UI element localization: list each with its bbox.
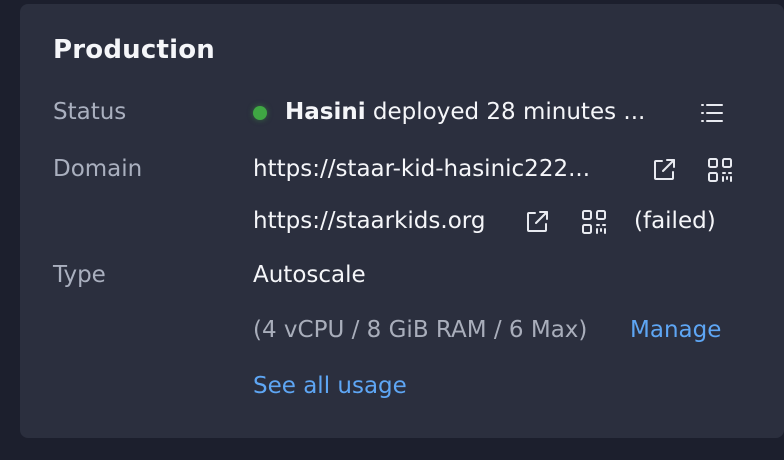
external-link-icon[interactable] — [650, 156, 678, 184]
custom-domain-link[interactable]: https://staarkids.org — [253, 208, 485, 234]
resource-specs: (4 vCPU / 8 GiB RAM / 6 Max) — [253, 317, 588, 343]
manage-link[interactable]: Manage — [630, 317, 721, 343]
external-link-icon[interactable] — [523, 208, 551, 236]
qr-code-icon[interactable] — [706, 156, 734, 184]
status-message: deployed 28 minutes ... — [372, 99, 646, 125]
status-user: Hasini — [285, 99, 366, 125]
status-indicator — [253, 106, 267, 120]
production-card: Production Status Hasini deployed 28 min… — [20, 4, 784, 438]
domain-label: Domain — [53, 156, 143, 182]
section-title: Production — [53, 35, 215, 65]
list-icon[interactable] — [698, 99, 726, 127]
type-value: Autoscale — [253, 262, 366, 288]
qr-code-icon[interactable] — [580, 208, 608, 236]
status-label: Status — [53, 99, 127, 125]
custom-domain-status: (failed) — [634, 208, 716, 234]
status-text: Hasini deployed 28 minutes ... — [285, 99, 645, 125]
primary-domain-link[interactable]: https://staar-kid-hasinic222... — [253, 156, 590, 182]
type-label: Type — [53, 262, 106, 288]
see-all-usage-link[interactable]: See all usage — [253, 373, 407, 399]
